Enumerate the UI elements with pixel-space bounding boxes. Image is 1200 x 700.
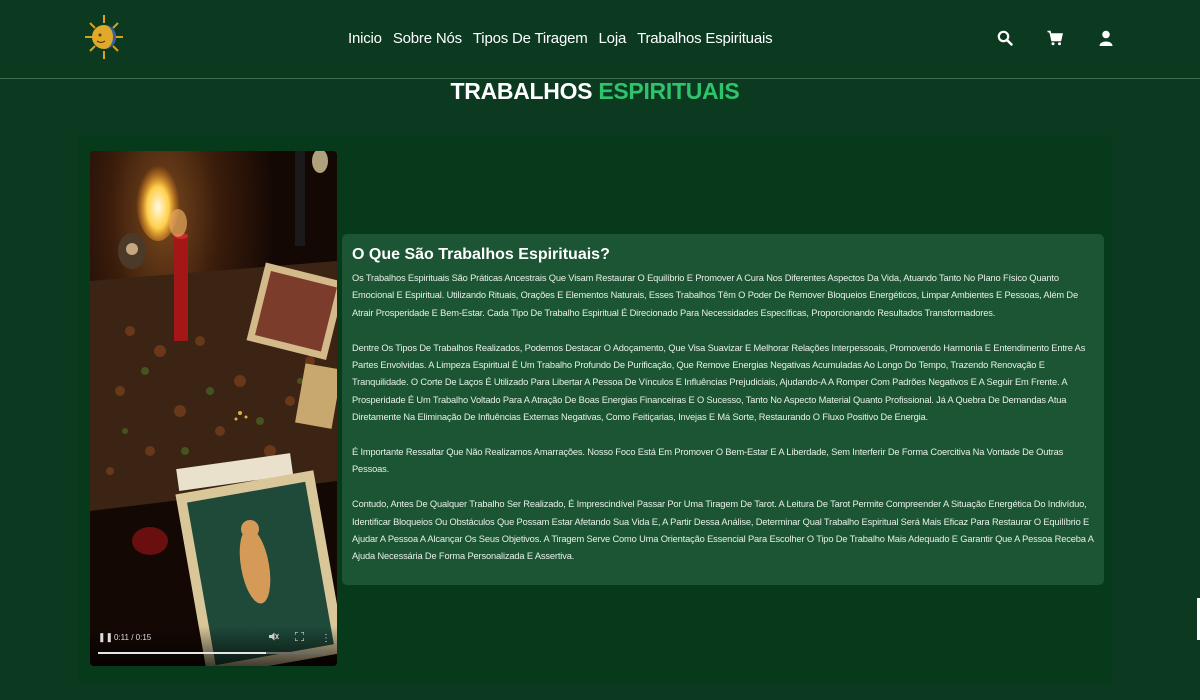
paragraph-notice: É Importante Ressaltar Que Não Realizamo… [352, 447, 1064, 475]
pause-icon[interactable]: ❚❚ [98, 632, 113, 643]
mute-icon[interactable] [269, 632, 279, 643]
nav-item-inicio[interactable]: Inicio [348, 30, 382, 47]
nav-item-trabalhos-espirituais[interactable]: Trabalhos Espirituais [637, 30, 773, 47]
search-icon[interactable] [997, 30, 1013, 46]
user-icon[interactable] [1098, 30, 1114, 46]
description-panel: O Que São Trabalhos Espirituais? Os Trab… [342, 234, 1104, 585]
paragraph-tarot: Contudo, Antes De Qualquer Trabalho Ser … [352, 499, 1094, 562]
nav-item-tipos-de-tiragem[interactable]: Tipos De Tiragem [473, 30, 588, 47]
video-frame [90, 151, 337, 666]
nav-item-loja[interactable]: Loja [599, 30, 627, 47]
main-nav: Inicio Sobre Nós Tipos De Tiragem Loja T… [348, 30, 773, 47]
sun-moon-logo[interactable] [82, 13, 126, 61]
video-progress-bar[interactable] [98, 652, 328, 654]
fullscreen-icon[interactable] [294, 631, 305, 643]
paragraph-intro: Os Trabalhos Espirituais São Práticas An… [352, 273, 1079, 318]
video-progress-fill [98, 652, 266, 654]
video-time: 0:11 / 0:15 [114, 633, 152, 642]
section-body: Os Trabalhos Espirituais São Práticas An… [352, 270, 1100, 583]
video-controls: ❚❚ 0:11 / 0:15 ⋮ [90, 626, 337, 666]
paragraph-types: Dentre Os Tipos De Trabalhos Realizados,… [352, 342, 1086, 423]
more-options-icon[interactable]: ⋮ [321, 634, 331, 644]
section-heading: O Que São Trabalhos Espirituais? [352, 246, 610, 263]
page-title-main: TRABALHOS [450, 78, 593, 104]
cart-icon[interactable] [1047, 30, 1064, 46]
page-title-accent: ESPIRITUAIS [598, 78, 740, 104]
page-title: TRABALHOS ESPIRITUAIS [0, 78, 1190, 105]
nav-item-sobre-nos[interactable]: Sobre Nós [393, 30, 462, 47]
video-player[interactable]: ❚❚ 0:11 / 0:15 ⋮ [90, 151, 337, 666]
site-header: Inicio Sobre Nós Tipos De Tiragem Loja T… [0, 0, 1200, 79]
